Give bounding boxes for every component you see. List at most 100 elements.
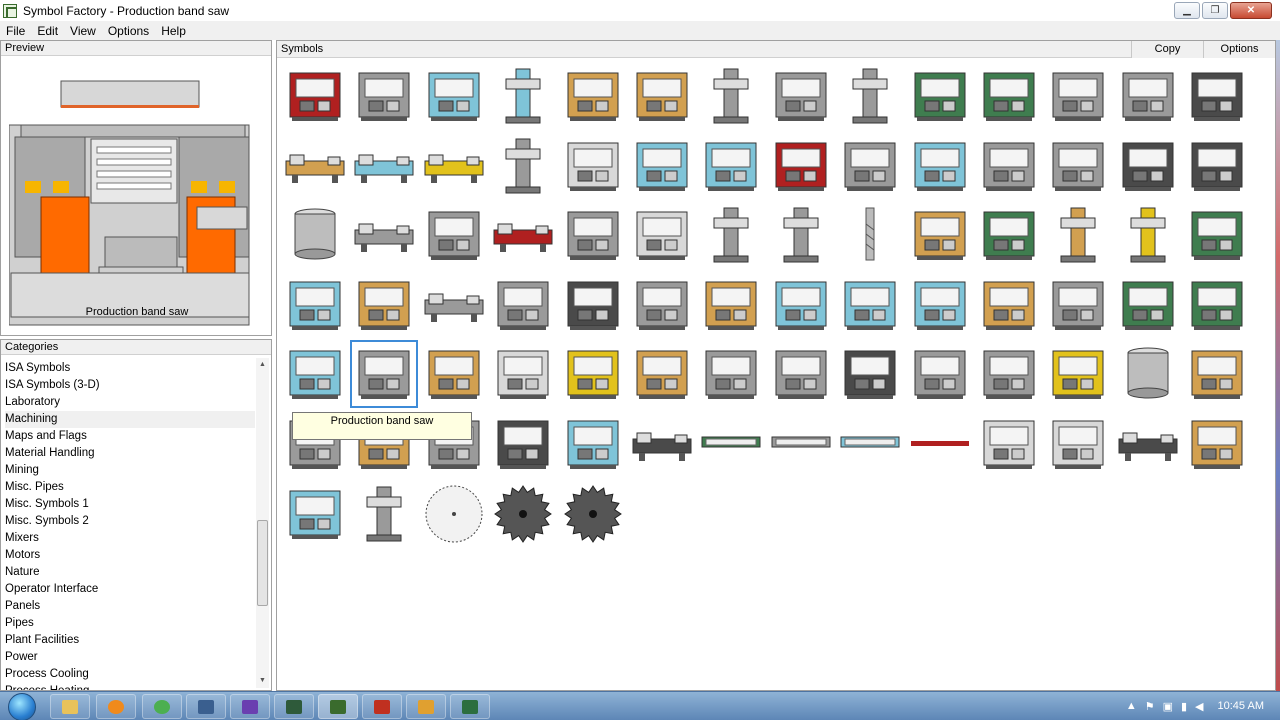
menu-file[interactable]: File	[0, 24, 31, 38]
monitor-white-icon[interactable]	[978, 413, 1040, 475]
taskbar-explorer-icon[interactable]	[50, 694, 90, 719]
shear-dark-icon[interactable]	[492, 413, 554, 475]
tank-rough-icon[interactable]	[1117, 343, 1179, 405]
saw-blade-icon[interactable]	[423, 483, 485, 545]
taskbar-terminal-icon[interactable]	[274, 694, 314, 719]
category-item[interactable]: Misc. Symbols 2	[5, 513, 255, 530]
cmm-black-icon[interactable]	[839, 343, 901, 405]
press-vertical-icon[interactable]	[839, 65, 901, 127]
machine-tan-icon[interactable]	[353, 274, 415, 336]
press-blue-icon[interactable]	[423, 65, 485, 127]
band-saw-icon[interactable]	[350, 340, 419, 409]
saw-tan-icon[interactable]	[909, 204, 971, 266]
tank-gray-icon[interactable]	[284, 204, 346, 266]
cnc-dark-icon[interactable]	[562, 274, 624, 336]
lathe-black-icon[interactable]	[1117, 413, 1179, 475]
machine-tan-2-icon[interactable]	[631, 343, 693, 405]
cmm-white-icon[interactable]	[1047, 413, 1109, 475]
scroll-up-icon[interactable]: ▲	[256, 358, 269, 372]
press-green-icon[interactable]	[909, 65, 971, 127]
machine-beige-icon[interactable]	[423, 343, 485, 405]
taskbar-symbol-factory-icon[interactable]	[318, 694, 358, 719]
cnc-green-icon[interactable]	[1117, 274, 1179, 336]
category-item[interactable]: Motors	[5, 547, 255, 564]
scroll-thumb[interactable]	[257, 520, 268, 606]
press-column-icon[interactable]	[700, 65, 762, 127]
options-button[interactable]: Options	[1203, 41, 1275, 58]
lathe-tan-icon[interactable]	[284, 135, 346, 197]
taskbar-media-icon[interactable]	[96, 694, 136, 719]
machine-gray-2-icon[interactable]	[978, 343, 1040, 405]
tray-expand-icon[interactable]: ▲	[1126, 700, 1137, 712]
category-item[interactable]: Nature	[5, 564, 255, 581]
gear-2-icon[interactable]	[562, 483, 624, 545]
press-gray-wide-icon[interactable]	[1047, 65, 1109, 127]
network-icon[interactable]: ▮	[1181, 700, 1187, 713]
menu-help[interactable]: Help	[155, 24, 192, 38]
category-item-selected[interactable]: Machining	[5, 411, 255, 428]
drill-bit-icon[interactable]	[839, 204, 901, 266]
minimize-button[interactable]: ▁	[1174, 2, 1200, 19]
press-tan-icon[interactable]	[562, 65, 624, 127]
machine-dark-icon[interactable]	[1117, 135, 1179, 197]
category-item[interactable]: Pipes	[5, 615, 255, 632]
category-item[interactable]: Maps and Flags	[5, 428, 255, 445]
lathe-dark-icon[interactable]	[631, 413, 693, 475]
cabinet-orange-icon[interactable]	[700, 274, 762, 336]
copy-button[interactable]: Copy	[1131, 41, 1203, 58]
close-button[interactable]: ✕	[1230, 2, 1272, 19]
gear-1-icon[interactable]	[492, 483, 554, 545]
category-item[interactable]: Mixers	[5, 530, 255, 547]
cnc-green-2-icon[interactable]	[1186, 274, 1248, 336]
radial-drill-icon[interactable]	[700, 204, 762, 266]
press-red-icon[interactable]	[284, 65, 346, 127]
category-item[interactable]: Process Cooling	[5, 666, 255, 683]
conveyor-green-icon[interactable]	[700, 413, 762, 475]
cnc-teal-2-icon[interactable]	[770, 274, 832, 336]
control-panel-icon[interactable]	[909, 343, 971, 405]
mill-white-icon[interactable]	[631, 204, 693, 266]
category-item[interactable]: Plant Facilities	[5, 632, 255, 649]
cnc-teal-4-icon[interactable]	[909, 274, 971, 336]
category-item[interactable]: Operator Interface	[5, 581, 255, 598]
bench-gray-icon[interactable]	[631, 274, 693, 336]
press-orange-icon[interactable]	[631, 65, 693, 127]
cnc-teal-3-icon[interactable]	[839, 274, 901, 336]
category-item[interactable]: Misc. Pipes	[5, 479, 255, 496]
bench-tan-icon[interactable]	[1186, 343, 1248, 405]
drill-stand-icon[interactable]	[1047, 204, 1109, 266]
grinder-gray-icon[interactable]	[1047, 135, 1109, 197]
taskbar-pdf-icon[interactable]	[362, 694, 402, 719]
taskbar-app-icon[interactable]	[186, 694, 226, 719]
cnc-tan-icon[interactable]	[978, 274, 1040, 336]
taskbar-windows-icon[interactable]	[406, 694, 446, 719]
category-item[interactable]: Panels	[5, 598, 255, 615]
cnc-red-icon[interactable]	[770, 135, 832, 197]
press-gray-icon[interactable]	[770, 65, 832, 127]
lathe-red-icon[interactable]	[492, 204, 554, 266]
taskbar-visual-studio-icon[interactable]	[230, 694, 270, 719]
cnc-gray-2-icon[interactable]	[492, 274, 554, 336]
machine-green-2-icon[interactable]	[1186, 204, 1248, 266]
drill-teal-icon[interactable]	[492, 65, 554, 127]
cnc-gray-icon[interactable]	[562, 204, 624, 266]
press-green-wide-icon[interactable]	[978, 65, 1040, 127]
press-small-icon[interactable]	[353, 483, 415, 545]
tumbler-blue-icon[interactable]	[284, 274, 346, 336]
cnc-blue-icon[interactable]	[700, 135, 762, 197]
flag-icon[interactable]: ⚑	[1145, 700, 1155, 713]
taskbar-chrome-icon[interactable]	[142, 694, 182, 719]
category-item[interactable]: Process Heating	[5, 683, 255, 690]
category-item[interactable]: Laboratory	[5, 394, 255, 411]
category-item[interactable]: Mining	[5, 462, 255, 479]
mill-gray-icon[interactable]	[839, 135, 901, 197]
machine-green-icon[interactable]	[978, 204, 1040, 266]
machine-blue-2-icon[interactable]	[284, 483, 346, 545]
taskbar-clock[interactable]: 10:45 AM	[1218, 700, 1264, 712]
drill-yellow-icon[interactable]	[1117, 204, 1179, 266]
menu-options[interactable]: Options	[102, 24, 155, 38]
tower-white-icon[interactable]	[492, 343, 554, 405]
categories-scrollbar[interactable]: ▲ ▼	[256, 358, 269, 688]
cmm-gray-icon[interactable]	[700, 343, 762, 405]
lathe-blue-icon[interactable]	[353, 135, 415, 197]
